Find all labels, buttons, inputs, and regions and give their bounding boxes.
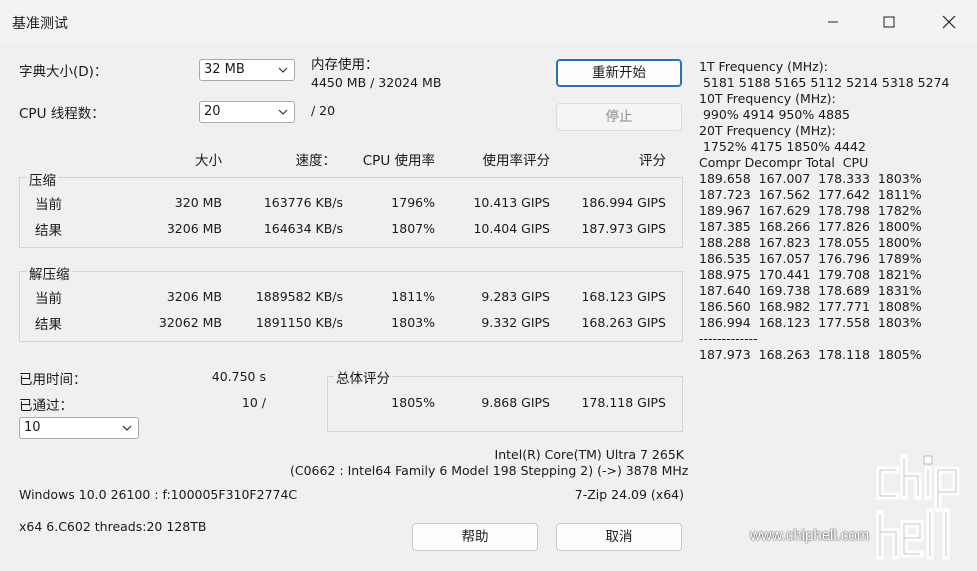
log-separator: -------------	[699, 331, 758, 346]
rating-cell: 187.973 GIPS	[581, 221, 666, 236]
size-cell: 3206 MB	[166, 289, 222, 304]
cpu-cell: 1803%	[391, 315, 435, 330]
row-label: 当前	[35, 197, 62, 213]
log-row: 189.658 167.007 178.333 1803%	[699, 171, 922, 186]
log-row: 188.975 170.441 179.708 1821%	[699, 267, 922, 282]
header-speed: 速度：	[295, 153, 337, 169]
dict-size-value: 32 MB	[204, 62, 245, 77]
decompress-group	[19, 271, 683, 342]
cpu-details: (C0662 : Intel64 Family 6 Model 198 Step…	[290, 463, 689, 478]
size-cell: 3206 MB	[166, 221, 222, 236]
memory-usage-value: 4450 MB / 32024 MB	[311, 75, 442, 90]
passes-value: 10 /	[241, 395, 266, 410]
speed-cell: 163776 KB/s	[263, 195, 343, 210]
freq-1t-label: 1T Frequency (MHz):	[699, 59, 828, 74]
threads-label: CPU 线程数：	[19, 106, 105, 122]
os-info: Windows 10.0 26100 : f:100005F310F2774C	[19, 487, 298, 502]
header-rating: 评分	[639, 153, 666, 169]
elapsed-label: 已用时间：	[19, 372, 87, 388]
elapsed-value: 40.750 s	[211, 369, 266, 384]
log-header: Compr Decompr Total CPU	[699, 155, 869, 170]
rating-cell: 168.123 GIPS	[581, 289, 666, 304]
threads-total: / 20	[311, 103, 336, 118]
freq-10t-values: 990% 4914 950% 4885	[699, 107, 850, 122]
log-row: 187.640 169.738 178.689 1831%	[699, 283, 922, 298]
header-usage-rating: 使用率评分	[482, 153, 551, 169]
size-cell: 32062 MB	[158, 315, 222, 330]
total-title: 总体评分	[334, 367, 392, 387]
help-button[interactable]: 帮助	[412, 523, 538, 551]
cpu-cell: 1811%	[391, 289, 435, 304]
header-cpu-usage: CPU 使用率	[362, 153, 435, 169]
dict-size-select[interactable]: 32 MB	[199, 59, 295, 81]
freq-20t-label: 20T Frequency (MHz):	[699, 123, 836, 138]
header-size: 大小	[195, 153, 222, 169]
row-label: 当前	[35, 291, 62, 307]
passes-select[interactable]: 10	[19, 417, 139, 439]
log-row: 186.535 167.057 176.796 1789%	[699, 251, 922, 266]
window-title: 基准测试	[12, 16, 68, 32]
memory-usage-label: 内存使用：	[311, 57, 379, 73]
passes-label: 已通过：	[19, 398, 73, 414]
watermark-url: www.chiphell.com	[750, 527, 870, 544]
compress-group	[19, 177, 683, 248]
maximize-icon	[883, 16, 895, 28]
maximize-button[interactable]	[861, 0, 917, 44]
dict-size-label: 字典大小(D)：	[19, 64, 108, 80]
chevron-down-icon	[278, 67, 288, 73]
threads-select[interactable]: 20	[199, 101, 295, 123]
log-row: 187.723 167.562 177.642 1811%	[699, 187, 922, 202]
passes-select-value: 10	[24, 420, 41, 435]
row-label: 结果	[35, 223, 62, 239]
log-row: 187.385 168.266 177.826 1800%	[699, 219, 922, 234]
minimize-button[interactable]	[805, 0, 861, 44]
usage-rating-cell: 10.413 GIPS	[473, 195, 550, 210]
total-cpu: 1805%	[391, 395, 435, 410]
rating-cell: 186.994 GIPS	[581, 195, 666, 210]
log-row: 189.967 167.629 178.798 1782%	[699, 203, 922, 218]
restart-button[interactable]: 重新开始	[556, 59, 682, 87]
speed-cell: 164634 KB/s	[263, 221, 343, 236]
chevron-down-icon	[122, 425, 132, 431]
compress-title: 压缩	[27, 169, 58, 189]
rating-cell: 168.263 GIPS	[581, 315, 666, 330]
threads-value: 20	[204, 104, 221, 119]
speed-cell: 1889582 KB/s	[255, 289, 343, 304]
arch-info: x64 6.C602 threads:20 128TB	[19, 519, 207, 534]
usage-rating-cell: 10.404 GIPS	[473, 221, 550, 236]
close-icon	[942, 15, 956, 29]
close-button[interactable]	[921, 0, 977, 44]
row-label: 结果	[35, 317, 62, 333]
freq-20t-values: 1752% 4175 1850% 4442	[699, 139, 866, 154]
log-row: 186.560 168.982 177.771 1808%	[699, 299, 922, 314]
speed-cell: 1891150 KB/s	[255, 315, 343, 330]
size-cell: 320 MB	[174, 195, 222, 210]
usage-rating-cell: 9.283 GIPS	[481, 289, 550, 304]
log-row: 188.288 167.823 178.055 1800%	[699, 235, 922, 250]
freq-10t-label: 10T Frequency (MHz):	[699, 91, 836, 106]
cpu-cell: 1807%	[391, 221, 435, 236]
version-info: 7-Zip 24.09 (x64)	[574, 487, 684, 502]
cpu-cell: 1796%	[391, 195, 435, 210]
log-summary: 187.973 168.263 178.118 1805%	[699, 347, 922, 362]
stop-button[interactable]: 停止	[556, 103, 682, 131]
chevron-down-icon	[278, 109, 288, 115]
total-rating: 178.118 GIPS	[581, 395, 666, 410]
usage-rating-cell: 9.332 GIPS	[481, 315, 550, 330]
log-row: 186.994 168.123 177.558 1803%	[699, 315, 922, 330]
minimize-icon	[828, 21, 838, 23]
total-usage-rating: 9.868 GIPS	[481, 395, 550, 410]
cpu-name: Intel(R) Core(TM) Ultra 7 265K	[494, 447, 684, 462]
cancel-button[interactable]: 取消	[556, 523, 682, 551]
chiphell-logo	[872, 452, 972, 564]
decompress-title: 解压缩	[27, 263, 72, 283]
freq-1t-values: 5181 5188 5165 5112 5214 5318 5274	[699, 75, 950, 90]
